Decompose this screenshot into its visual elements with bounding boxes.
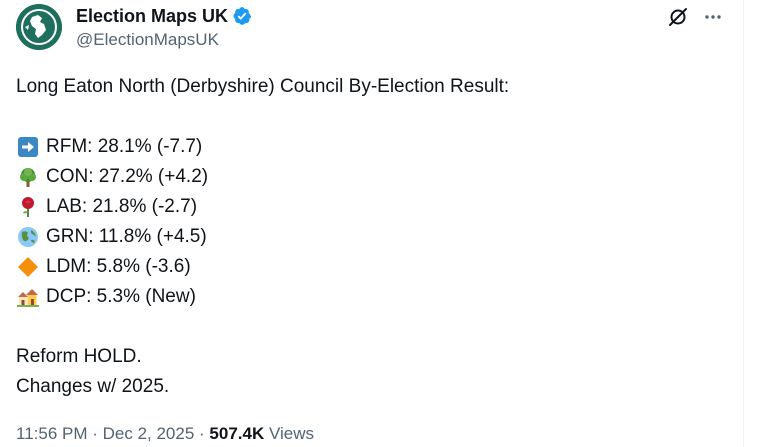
verified-badge-icon[interactable] [232,6,252,26]
tweet-card: Election Maps UK @ElectionMapsUK Long Ea… [0,0,744,447]
author-name-row: Election Maps UK [76,5,252,27]
result-line-con: CON: 27.2% (+4.2) [16,162,716,192]
result-text: LAB: 21.8% (-2.7) [46,196,198,217]
tweet-text: Long Eaton North (Derbyshire) Council By… [16,72,716,402]
result-text: GRN: 11.8% (+4.5) [46,226,207,247]
author-handle[interactable]: @ElectionMapsUK [76,30,219,50]
result-text: RFM: 28.1% (-7.7) [46,136,203,157]
tweet-date[interactable]: Dec 2, 2025 [103,424,195,443]
result-line-grn: GRN: 11.8% (+4.5) [16,222,716,252]
more-icon[interactable] [700,4,726,30]
result-text: LDM: 5.8% (-3.6) [46,256,191,277]
avatar[interactable] [16,4,62,50]
globe-icon [16,225,40,249]
result-line-lab: LAB: 21.8% (-2.7) [16,192,716,222]
result-line-ldm: LDM: 5.8% (-3.6) [16,252,716,282]
views-count[interactable]: 507.4K [209,424,264,443]
author-display-name[interactable]: Election Maps UK [76,5,228,27]
right-arrow-icon [16,135,40,159]
grok-icon[interactable] [665,4,691,30]
result-text: CON: 27.2% (+4.2) [46,166,209,187]
result-text: DCP: 5.3% (New) [46,286,196,307]
result-line-dcp: DCP: 5.3% (New) [16,282,716,312]
orange-diamond-icon [16,255,40,279]
houses-icon [16,285,40,309]
meta-separator: · [194,424,210,443]
meta-separator: · [87,424,103,443]
tweet-note: Changes w/ 2025. [16,376,170,397]
views-label[interactable]: Views [264,424,314,443]
tweet-headline: Long Eaton North (Derbyshire) Council By… [16,76,510,97]
tweet-outcome: Reform HOLD. [16,346,142,367]
tweet-time[interactable]: 11:56 PM [16,424,88,443]
tree-icon [16,165,40,189]
tweet-meta: 11:56 PM · Dec 2, 2025 · 507.4K Views [16,423,314,445]
globe-map-icon [16,4,62,50]
result-line-rfm: RFM: 28.1% (-7.7) [16,132,716,162]
rose-icon [16,195,40,219]
